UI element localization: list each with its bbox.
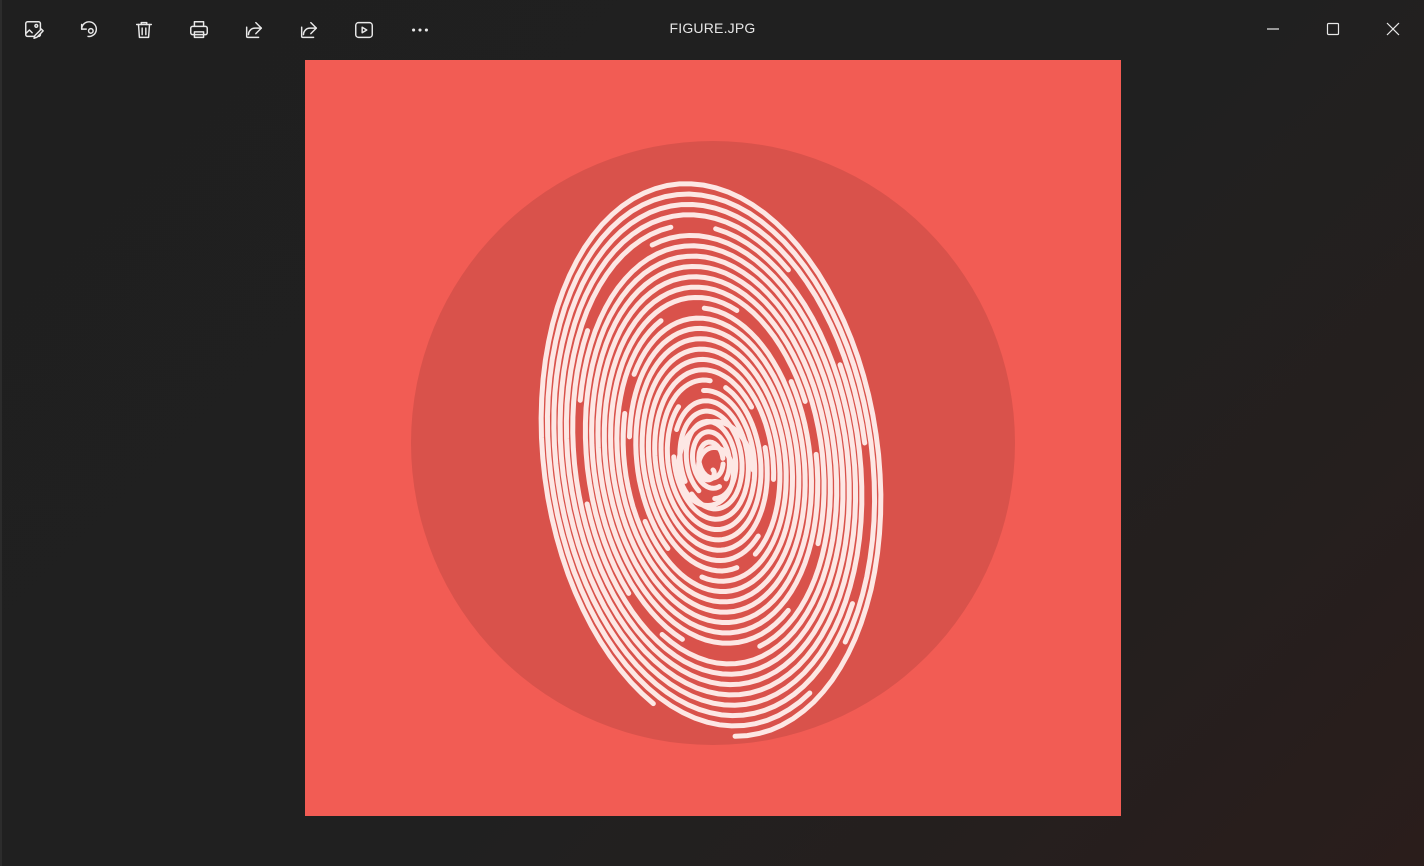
share-alt-button[interactable] bbox=[290, 11, 328, 49]
maximize-icon bbox=[1326, 22, 1340, 36]
slideshow-button[interactable] bbox=[345, 11, 383, 49]
share-button[interactable] bbox=[235, 11, 273, 49]
share-alt-icon bbox=[300, 21, 318, 39]
slideshow-icon bbox=[355, 21, 373, 39]
close-icon bbox=[1386, 22, 1400, 36]
edit-image-button[interactable] bbox=[15, 11, 53, 49]
rotate-icon bbox=[80, 21, 98, 38]
image-canvas bbox=[305, 60, 1121, 816]
print-icon bbox=[190, 21, 208, 39]
delete-icon bbox=[135, 21, 153, 39]
title-bar: FIGURE.JPG bbox=[0, 0, 1424, 60]
print-button[interactable] bbox=[180, 11, 218, 49]
maximize-button[interactable] bbox=[1310, 8, 1356, 50]
rotate-button[interactable] bbox=[70, 11, 108, 49]
close-button[interactable] bbox=[1370, 8, 1416, 50]
share-icon bbox=[245, 21, 263, 39]
more-options-button[interactable] bbox=[401, 11, 439, 49]
window-edge bbox=[0, 0, 2, 866]
window-title: FIGURE.JPG bbox=[669, 20, 756, 36]
more-options-icon bbox=[412, 28, 428, 32]
edit-image-icon bbox=[25, 21, 44, 39]
delete-button[interactable] bbox=[125, 11, 163, 49]
minimize-icon bbox=[1267, 28, 1279, 30]
photos-app-window: FIGURE.JPG bbox=[0, 0, 1424, 866]
fingerprint-image bbox=[305, 60, 1121, 816]
minimize-button[interactable] bbox=[1250, 8, 1296, 50]
